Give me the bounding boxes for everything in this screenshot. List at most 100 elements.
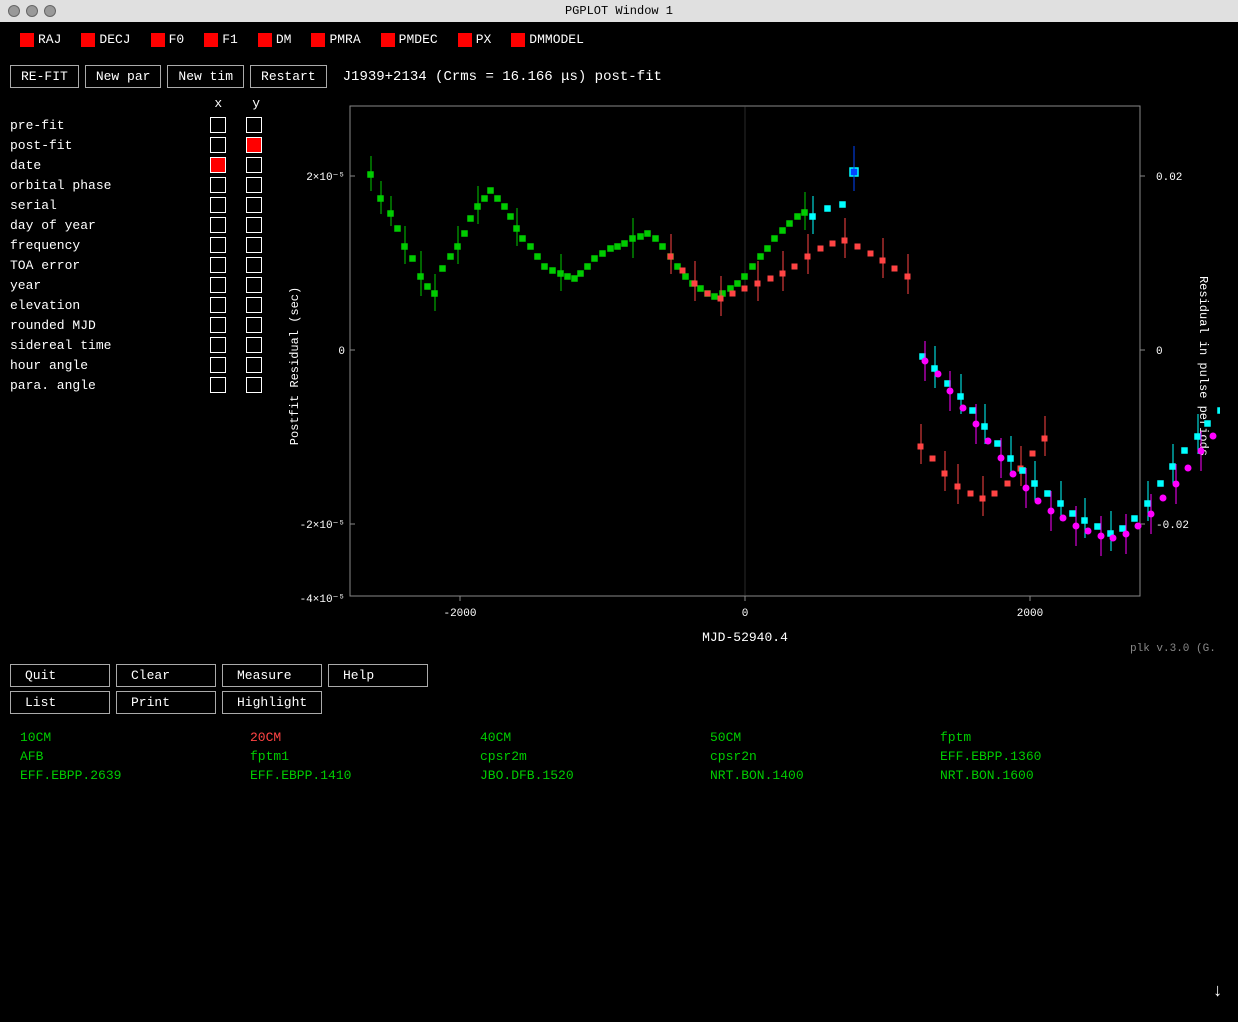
- clear-button[interactable]: Clear: [116, 664, 216, 687]
- paraangle-x-cb[interactable]: [210, 377, 226, 393]
- row-sidereal: sidereal time: [10, 335, 280, 355]
- serial-label: serial: [10, 198, 210, 213]
- row-frequency: frequency: [10, 235, 280, 255]
- raj-label: RAJ: [38, 32, 61, 47]
- left-controls: x y pre-fit post-fit date: [10, 96, 280, 656]
- row-toa: TOA error: [10, 255, 280, 275]
- axis-header: x y: [10, 96, 280, 111]
- param-px[interactable]: PX: [458, 32, 492, 47]
- postfit-checkboxes: [210, 137, 262, 153]
- date-x-cb[interactable]: [210, 157, 226, 173]
- hourangle-checkboxes: [210, 357, 262, 373]
- orbital-x-cb[interactable]: [210, 177, 226, 193]
- row-date: date: [10, 155, 280, 175]
- f0-box: [151, 33, 165, 47]
- dayofyear-y-cb[interactable]: [246, 217, 262, 233]
- decj-box: [81, 33, 95, 47]
- minimize-btn[interactable]: [26, 5, 38, 17]
- row-dayofyear: day of year: [10, 215, 280, 235]
- toa-y-cb[interactable]: [246, 257, 262, 273]
- orbital-checkboxes: [210, 177, 262, 193]
- sidereal-y-cb[interactable]: [246, 337, 262, 353]
- param-f0[interactable]: F0: [151, 32, 185, 47]
- close-btn[interactable]: [8, 5, 20, 17]
- prefit-checkboxes: [210, 117, 262, 133]
- list-button[interactable]: List: [10, 691, 110, 714]
- elevation-x-cb[interactable]: [210, 297, 226, 313]
- dayofyear-x-cb[interactable]: [210, 217, 226, 233]
- newpar-button[interactable]: New par: [85, 65, 162, 88]
- row-paraangle: para. angle: [10, 375, 280, 395]
- prefit-y-cb[interactable]: [246, 117, 262, 133]
- px-label: PX: [476, 32, 492, 47]
- toa-x-cb[interactable]: [210, 257, 226, 273]
- param-dmmodel[interactable]: DMMODEL: [511, 32, 584, 47]
- newtim-button[interactable]: New tim: [167, 65, 244, 88]
- serial-y-cb[interactable]: [246, 197, 262, 213]
- dmmodel-box: [511, 33, 525, 47]
- row-orbital: orbital phase: [10, 175, 280, 195]
- frequency-y-cb[interactable]: [246, 237, 262, 253]
- row-year: year: [10, 275, 280, 295]
- sidereal-x-cb[interactable]: [210, 337, 226, 353]
- window-controls: [8, 5, 56, 17]
- rounded-y-cb[interactable]: [246, 317, 262, 333]
- pmdec-label: PMDEC: [399, 32, 438, 47]
- plot-title: J1939+2134 (Crms = 16.166 μs) post-fit: [343, 69, 662, 85]
- highlight-button[interactable]: Highlight: [222, 691, 322, 714]
- serial-x-cb[interactable]: [210, 197, 226, 213]
- elevation-y-cb[interactable]: [246, 297, 262, 313]
- prefit-x-cb[interactable]: [210, 117, 226, 133]
- px-box: [458, 33, 472, 47]
- measure-button[interactable]: Measure: [222, 664, 322, 687]
- window-title: PGPLOT Window 1: [565, 4, 673, 18]
- hourangle-y-cb[interactable]: [246, 357, 262, 373]
- hourangle-x-cb[interactable]: [210, 357, 226, 373]
- elevation-label: elevation: [10, 298, 210, 313]
- paraangle-y-cb[interactable]: [246, 377, 262, 393]
- sidereal-label: sidereal time: [10, 338, 210, 353]
- plot-svg: Postfit Residual (sec) 2×10⁻⁵ 0 -2×10⁻⁵ …: [280, 96, 1220, 656]
- legend-row2: AFB fptm1 cpsr2m cpsr2n EFF.EBPP.1360: [20, 749, 1218, 764]
- elevation-checkboxes: [210, 297, 262, 313]
- row-serial: serial: [10, 195, 280, 215]
- legend-nrt1400: NRT.BON.1400: [710, 768, 940, 783]
- legend-fptm1: fptm1: [250, 749, 480, 764]
- down-arrow[interactable]: ↓: [1212, 982, 1223, 1002]
- orbital-y-cb[interactable]: [246, 177, 262, 193]
- quit-button[interactable]: Quit: [10, 664, 110, 687]
- restart-button[interactable]: Restart: [250, 65, 327, 88]
- ytick-2e5: 2×10⁻⁵: [306, 172, 345, 184]
- xtick-2000: 2000: [1017, 608, 1043, 620]
- year-x-cb[interactable]: [210, 277, 226, 293]
- param-decj[interactable]: DECJ: [81, 32, 130, 47]
- postfit-x-cb[interactable]: [210, 137, 226, 153]
- rounded-x-cb[interactable]: [210, 317, 226, 333]
- row-prefit: pre-fit: [10, 115, 280, 135]
- ytick-m4e5: -4×10⁻⁵: [300, 594, 345, 606]
- param-f1[interactable]: F1: [204, 32, 238, 47]
- frequency-x-cb[interactable]: [210, 237, 226, 253]
- param-dm[interactable]: DM: [258, 32, 292, 47]
- legend-eff2639: EFF.EBPP.2639: [20, 768, 250, 783]
- postfit-y-cb[interactable]: [246, 137, 262, 153]
- help-button[interactable]: Help: [328, 664, 428, 687]
- bottom-btn-row1: Quit Clear Measure Help: [10, 664, 1228, 687]
- param-pmra[interactable]: PMRA: [311, 32, 360, 47]
- year-label: year: [10, 278, 210, 293]
- refit-button[interactable]: RE-FIT: [10, 65, 79, 88]
- maximize-btn[interactable]: [44, 5, 56, 17]
- date-y-cb[interactable]: [246, 157, 262, 173]
- legend-10cm: 10CM: [20, 730, 250, 745]
- print-button[interactable]: Print: [116, 691, 216, 714]
- pmra-label: PMRA: [329, 32, 360, 47]
- toa-checkboxes: [210, 257, 262, 273]
- frequency-checkboxes: [210, 237, 262, 253]
- param-raj[interactable]: RAJ: [20, 32, 61, 47]
- param-pmdec[interactable]: PMDEC: [381, 32, 438, 47]
- y-axis-label: Postfit Residual (sec): [288, 287, 302, 445]
- year-y-cb[interactable]: [246, 277, 262, 293]
- bottom-btn-row2: List Print Highlight: [10, 691, 1228, 714]
- param-bar: RAJ DECJ F0 F1 DM PMRA PMDEC PX DMMODEL: [0, 22, 1238, 57]
- legend-cpsr2n: cpsr2n: [710, 749, 940, 764]
